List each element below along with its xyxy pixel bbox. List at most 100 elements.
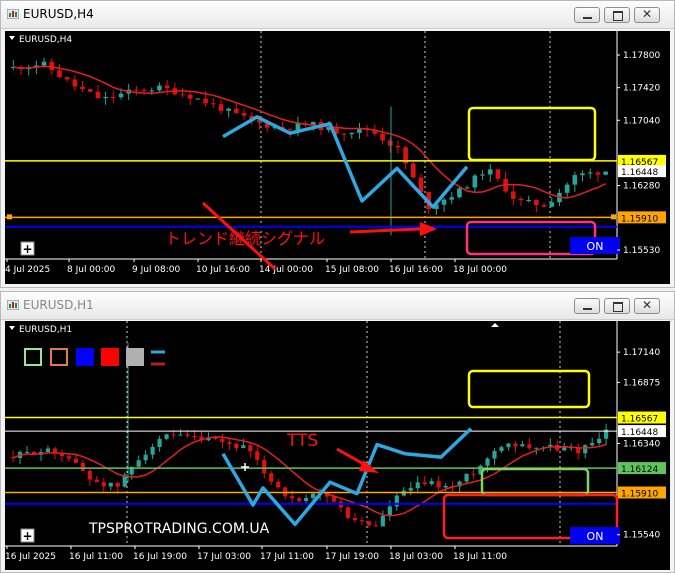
on-toggle-label: ON	[587, 240, 604, 253]
candle-body	[506, 443, 511, 448]
candle-body	[234, 443, 239, 449]
candle-body	[583, 445, 588, 454]
level-anchor-marker[interactable]	[611, 214, 616, 220]
time-axis-label: 9 Jul 08:00	[132, 265, 181, 275]
candle-body	[457, 188, 462, 198]
candle-body	[220, 438, 225, 442]
window-titlebar-h1[interactable]: EURUSD,H1 ✕	[1, 292, 674, 320]
chart-canvas-h4[interactable]: EURUSD,H4 ON 1.17800 1.17420 1.17040 1.16567 1…	[5, 31, 670, 284]
price-axis-label: 1.17140	[623, 348, 660, 358]
minimize-button[interactable]	[574, 298, 600, 314]
price-tag-label: 1.16124	[621, 465, 658, 475]
chart-window-icon	[7, 300, 19, 310]
cursor-crosshair-icon	[241, 463, 249, 471]
candle-body	[590, 443, 595, 446]
candle-body	[441, 199, 447, 205]
candle-body	[192, 435, 197, 437]
restore-button[interactable]	[604, 298, 630, 314]
chart-menu-triangle-icon[interactable]	[9, 36, 15, 40]
candle-body	[373, 525, 378, 527]
candle-body	[443, 486, 448, 488]
price-tag-label: 1.15910	[621, 489, 658, 499]
minimize-button[interactable]	[574, 7, 600, 23]
window-titlebar-h4[interactable]: EURUSD,H4 ✕	[1, 1, 674, 29]
candle-body	[534, 447, 539, 449]
close-button[interactable]: ✕	[634, 298, 660, 314]
annotation-label: TTS	[286, 431, 318, 451]
candle-body	[471, 473, 476, 475]
close-button[interactable]: ✕	[634, 7, 660, 23]
price-axis-label: 1.16280	[623, 182, 660, 192]
price-tag-label: 1.16448	[621, 168, 658, 178]
level-anchor-marker[interactable]	[7, 214, 12, 220]
candle-body	[87, 470, 92, 480]
entry-zone-box-green[interactable]	[480, 467, 590, 497]
candle-body	[211, 103, 216, 105]
price-chart-h4[interactable]: EURUSD,H4ON1.178001.174201.170401.165671…	[5, 31, 670, 284]
on-toggle-label: ON	[587, 530, 604, 543]
candle-body	[72, 79, 78, 87]
candle-body	[366, 521, 371, 526]
candle-body	[187, 94, 193, 99]
plus-icon: +	[22, 529, 32, 543]
candle-body	[24, 451, 30, 453]
time-axis-label: 18 Jul 03:00	[389, 552, 443, 562]
candle-body	[487, 169, 493, 175]
color-box-orange-outline[interactable]	[50, 348, 68, 366]
candle-body	[241, 445, 246, 449]
color-box-gray[interactable]	[126, 348, 144, 366]
time-axis-label: 17 Jul 19:00	[325, 552, 379, 562]
candle-body	[603, 171, 608, 175]
candle-body	[359, 520, 365, 522]
time-axis-label: 14 Jul 00:00	[259, 265, 313, 275]
candle-body	[429, 481, 434, 485]
candle-body	[499, 447, 504, 452]
candle-body	[395, 145, 401, 148]
color-box-red[interactable]	[101, 348, 119, 366]
candle-body	[513, 443, 518, 447]
candle-body	[80, 462, 85, 471]
target-zone-box-yellow[interactable]	[467, 106, 597, 162]
candle-body	[580, 173, 585, 176]
candle-body	[387, 140, 393, 146]
target-zone-box-yellow[interactable]	[467, 369, 591, 409]
time-axis-label: 16 Jul 11:00	[69, 552, 123, 562]
annotation-arrow-line	[349, 227, 421, 234]
price-axis-label: 1.15530	[623, 246, 660, 256]
chart-window-h1: EURUSD,H1 ✕ EURUSD,H1 ON 1.17140 1.16875 1.1…	[0, 291, 675, 573]
window-title: EURUSD,H4	[23, 7, 94, 21]
candle-body	[149, 90, 155, 92]
candle-body	[304, 498, 309, 501]
candle-body	[387, 506, 392, 516]
time-axis-label: 15 Jul 08:00	[325, 265, 379, 275]
moving-average-line	[13, 65, 606, 199]
candle-body	[480, 174, 485, 176]
price-chart-h1[interactable]: EURUSD,H1ON1.171401.168751.165671.164481…	[5, 321, 670, 570]
chart-canvas-h1[interactable]: EURUSD,H1 ON 1.17140 1.16875 1.16567 1.16448 1…	[5, 321, 670, 570]
candle-body	[66, 456, 71, 459]
candle-body	[555, 444, 560, 451]
time-axis-label: 18 Jul 11:00	[453, 552, 507, 562]
color-box-blue[interactable]	[76, 348, 94, 366]
candle-body	[57, 70, 62, 78]
restore-icon	[613, 11, 623, 21]
candle-body	[527, 444, 532, 449]
color-box-green-outline[interactable]	[24, 348, 42, 366]
candle-body	[349, 132, 355, 135]
candle-body	[180, 94, 185, 96]
candle-body	[597, 438, 602, 444]
candle-body	[415, 482, 420, 489]
candle-body	[64, 77, 70, 80]
price-tag-label: 1.16567	[621, 415, 658, 425]
candle-body	[290, 496, 295, 499]
candle-body	[587, 172, 593, 174]
candle-body	[49, 61, 55, 71]
annotation-arrowhead-icon	[420, 222, 437, 236]
restore-button[interactable]	[604, 7, 630, 23]
candle-body	[380, 133, 385, 141]
candle-body	[234, 108, 239, 114]
candle-body	[492, 451, 497, 459]
chart-shift-marker-icon[interactable]	[491, 323, 499, 327]
candle-body	[218, 104, 224, 111]
chart-menu-triangle-icon[interactable]	[9, 326, 15, 330]
